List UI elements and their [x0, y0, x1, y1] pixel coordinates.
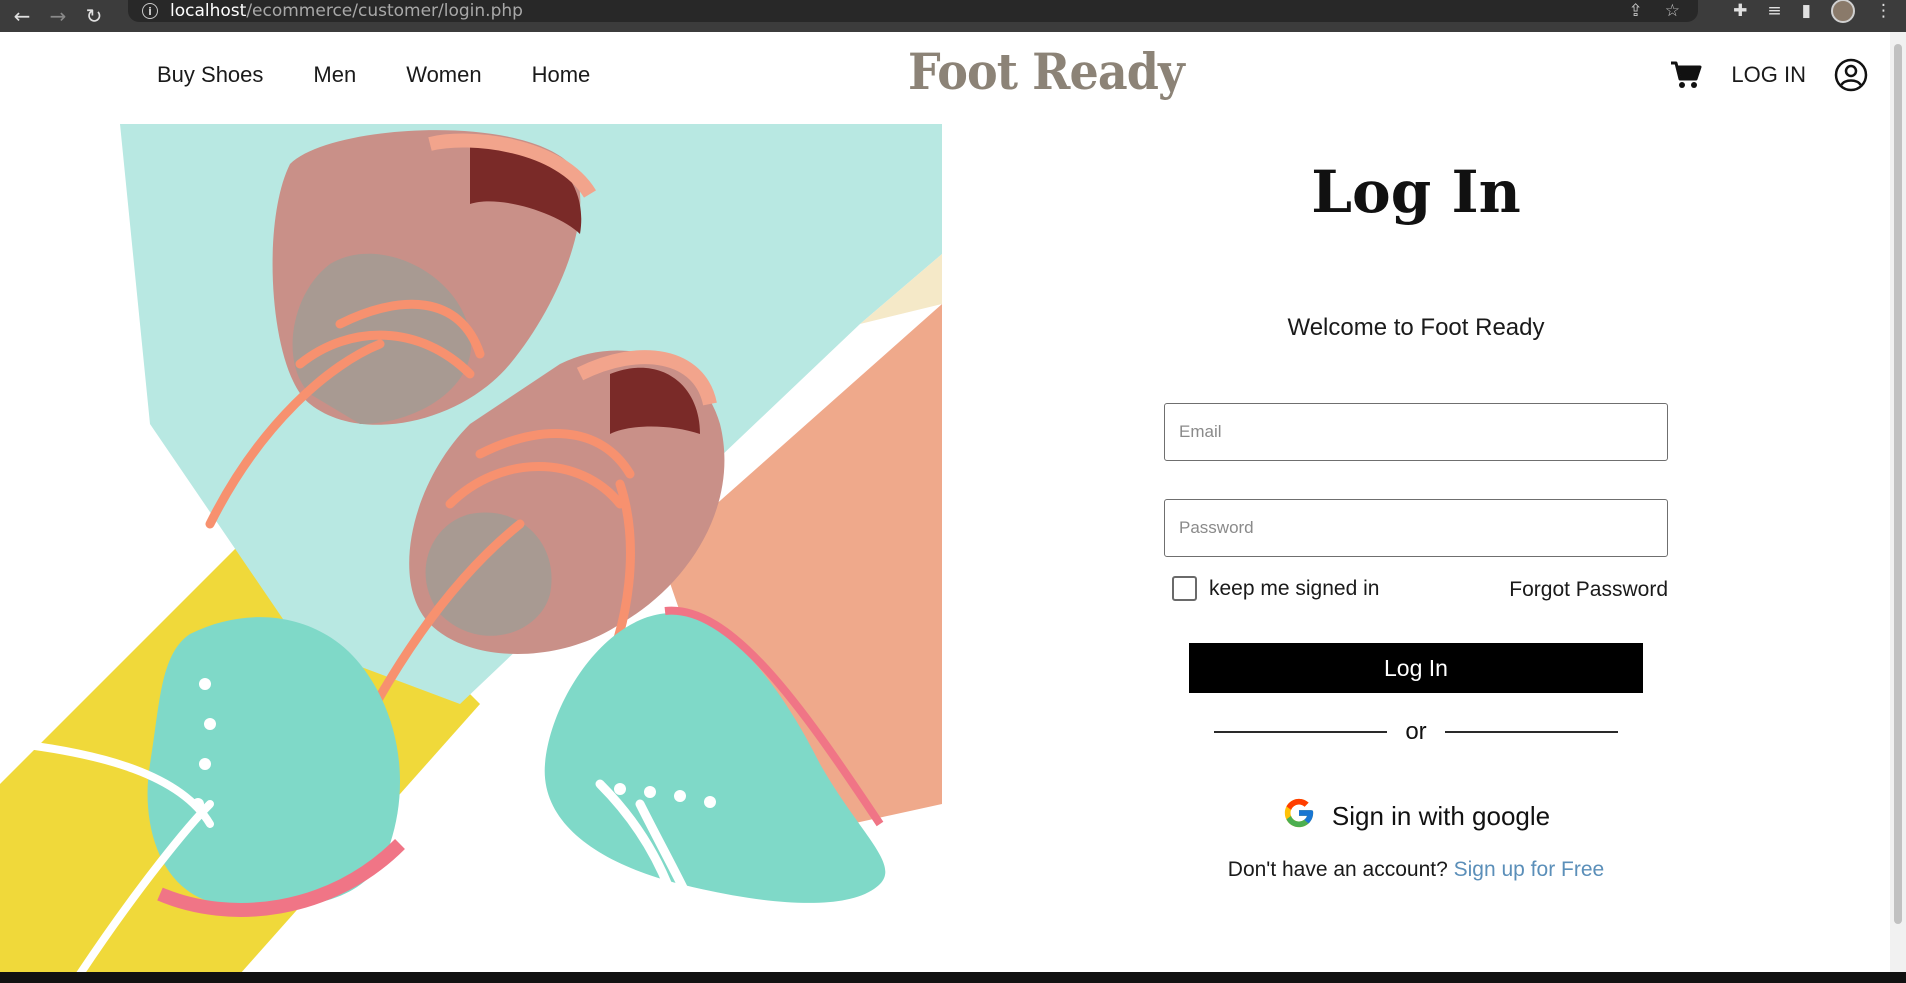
- browser-toolbar: ← → ↻ i localhost/ecommerce/customer/log…: [0, 0, 1906, 32]
- bookmark-star-icon[interactable]: ☆: [1665, 1, 1680, 21]
- password-field[interactable]: [1164, 499, 1668, 557]
- share-icon[interactable]: ⇪: [1629, 1, 1643, 21]
- remember-me[interactable]: keep me signed in: [1172, 576, 1379, 601]
- side-panel-icon[interactable]: ▮: [1802, 1, 1811, 21]
- nav-buy-shoes[interactable]: Buy Shoes: [157, 62, 263, 88]
- google-logo-icon: [1282, 796, 1316, 837]
- main-nav: Buy Shoes Men Women Home: [157, 62, 590, 88]
- profile-avatar-icon[interactable]: [1831, 0, 1855, 23]
- back-arrow-icon[interactable]: ←: [8, 2, 36, 30]
- signup-link[interactable]: Sign up for Free: [1454, 858, 1605, 881]
- address-bar[interactable]: i localhost/ecommerce/customer/login.php…: [128, 0, 1698, 22]
- extensions-puzzle-icon[interactable]: ✚: [1733, 1, 1747, 21]
- reading-list-icon[interactable]: ≡: [1767, 1, 1781, 21]
- shopping-cart-icon[interactable]: [1669, 58, 1703, 92]
- login-title: Log In: [1311, 158, 1521, 226]
- signup-prompt: Don't have an account? Sign up for Free: [1088, 858, 1744, 882]
- nav-men[interactable]: Men: [313, 62, 356, 88]
- divider-line-right: [1444, 731, 1618, 733]
- forgot-password-link[interactable]: Forgot Password: [1509, 578, 1668, 602]
- remember-me-label: keep me signed in: [1209, 576, 1380, 600]
- or-divider: or: [1214, 714, 1618, 750]
- site-info-icon[interactable]: i: [142, 3, 158, 19]
- nav-women[interactable]: Women: [406, 62, 481, 88]
- site-header: Buy Shoes Men Women Home Foot Ready LOG …: [0, 32, 1890, 124]
- reload-icon[interactable]: ↻: [80, 2, 108, 30]
- signup-prompt-text: Don't have an account?: [1227, 858, 1448, 881]
- page-scrollbar[interactable]: [1890, 32, 1906, 972]
- url-host: localhost: [170, 1, 247, 21]
- google-signin-button[interactable]: Sign in with google: [1088, 796, 1744, 837]
- browser-menu-icon[interactable]: ⋮: [1875, 1, 1892, 21]
- google-signin-label: Sign in with google: [1331, 801, 1551, 831]
- divider-or-text: or: [1405, 718, 1427, 745]
- site-logo[interactable]: Foot Ready: [908, 42, 1185, 101]
- welcome-text: Welcome to Foot Ready: [1287, 314, 1545, 341]
- hero-sneakers-image: [0, 124, 942, 974]
- login-panel: Log In Welcome to Foot Ready keep me sig…: [1088, 124, 1744, 974]
- scrollbar-thumb[interactable]: [1894, 44, 1902, 924]
- url-path: /ecommerce/customer/login.php: [246, 1, 523, 21]
- nav-home[interactable]: Home: [532, 62, 591, 88]
- remember-me-checkbox[interactable]: [1172, 576, 1197, 601]
- user-account-icon[interactable]: [1834, 58, 1868, 92]
- email-field[interactable]: [1164, 403, 1668, 461]
- header-login-link[interactable]: LOG IN: [1731, 62, 1806, 88]
- bottom-strip: [0, 972, 1906, 983]
- login-submit-button[interactable]: Log In: [1189, 643, 1643, 693]
- divider-line-left: [1214, 731, 1388, 733]
- forward-arrow-icon[interactable]: →: [44, 2, 72, 30]
